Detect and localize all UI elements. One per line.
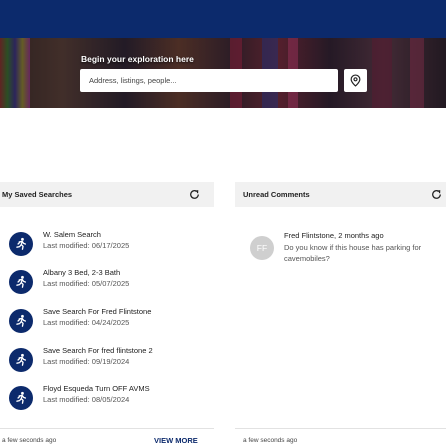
saved-search-item[interactable]: W. Salem Search Last modified: 06/17/202… bbox=[0, 230, 214, 260]
unread-comments-divider bbox=[235, 428, 446, 429]
saved-search-avatar bbox=[9, 309, 33, 333]
saved-searches-header: My Saved Searches bbox=[0, 182, 214, 207]
saved-search-name: Floyd Esqueda Turn OFF AVMS bbox=[43, 384, 150, 393]
saved-search-item[interactable]: Albany 3 Bed, 2-3 Bath Last modified: 05… bbox=[0, 268, 214, 298]
saved-search-avatar bbox=[9, 386, 33, 410]
saved-search-person-icon bbox=[16, 353, 27, 366]
search-input[interactable] bbox=[80, 69, 338, 92]
hero-label: Begin your exploration here bbox=[81, 54, 194, 64]
comment-text: Do you know if this house has parking fo… bbox=[284, 243, 422, 263]
saved-search-modified: Last modified: 09/19/2024 bbox=[43, 357, 130, 366]
saved-search-person-icon bbox=[16, 237, 27, 250]
saved-search-person-icon bbox=[16, 391, 27, 404]
refresh-icon[interactable] bbox=[188, 188, 201, 201]
unread-comments-title: Unread Comments bbox=[243, 190, 310, 199]
saved-search-item[interactable]: Save Search For Fred Flintstone Last mod… bbox=[0, 307, 214, 337]
saved-search-name: Albany 3 Bed, 2-3 Bath bbox=[43, 268, 121, 277]
comment-item[interactable]: FF Fred Flintstone, 2 months ago Do you … bbox=[250, 230, 446, 270]
saved-search-person-icon bbox=[16, 314, 27, 327]
map-pin-icon bbox=[350, 74, 361, 87]
saved-search-person-icon bbox=[16, 275, 27, 288]
saved-search-modified: Last modified: 05/07/2025 bbox=[43, 279, 130, 288]
saved-search-modified: Last modified: 08/05/2024 bbox=[43, 395, 130, 404]
saved-searches-divider bbox=[0, 428, 214, 429]
saved-searches-title: My Saved Searches bbox=[2, 190, 73, 199]
saved-search-name: Save Search For Fred Flintstone bbox=[43, 307, 152, 316]
top-nav-bar bbox=[0, 0, 446, 38]
saved-search-modified: Last modified: 06/17/2025 bbox=[43, 241, 130, 250]
saved-search-avatar bbox=[9, 232, 33, 256]
saved-searches-updated: a few seconds ago bbox=[2, 437, 57, 444]
unread-comments-updated: a few seconds ago bbox=[243, 437, 298, 444]
saved-search-item[interactable]: Floyd Esqueda Turn OFF AVMS Last modifie… bbox=[0, 384, 214, 414]
saved-search-item[interactable]: Save Search For fred flintstone 2 Last m… bbox=[0, 346, 214, 376]
saved-search-avatar bbox=[9, 348, 33, 372]
saved-search-name: W. Salem Search bbox=[43, 230, 101, 239]
saved-search-name: Save Search For fred flintstone 2 bbox=[43, 346, 153, 355]
location-button[interactable] bbox=[344, 69, 367, 92]
commenter-avatar: FF bbox=[250, 236, 274, 260]
comment-author: Fred Flintstone, 2 months ago bbox=[284, 231, 384, 240]
search-box[interactable] bbox=[80, 69, 338, 92]
saved-search-avatar bbox=[9, 270, 33, 294]
view-more-button[interactable]: VIEW MORE bbox=[154, 436, 198, 445]
unread-comments-header: Unread Comments bbox=[235, 182, 446, 207]
saved-search-modified: Last modified: 04/24/2025 bbox=[43, 318, 130, 327]
refresh-icon[interactable] bbox=[430, 188, 443, 201]
